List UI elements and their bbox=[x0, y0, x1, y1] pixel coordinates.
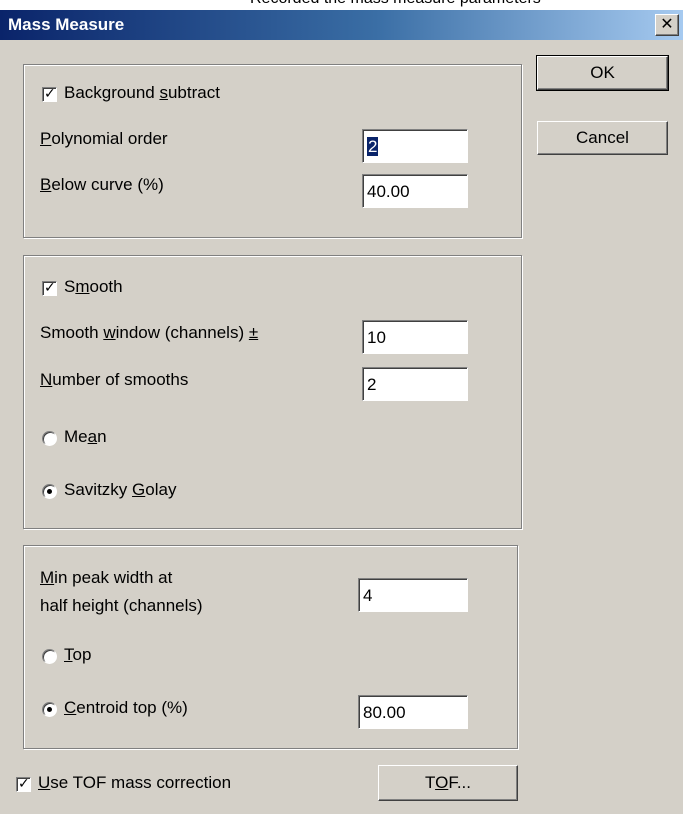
smooth-window-label: Smooth window (channels) ± bbox=[40, 323, 259, 342]
savitzky-golay-radio[interactable] bbox=[42, 484, 57, 499]
cancel-button-label: Cancel bbox=[576, 128, 629, 147]
ok-button[interactable]: OK bbox=[536, 55, 669, 91]
background-subtract-label: Background subtract bbox=[64, 83, 220, 102]
top-radio[interactable] bbox=[42, 649, 57, 664]
centroid-top-label: Centroid top (%) bbox=[64, 698, 188, 717]
polynomial-order-label: Polynomial order bbox=[40, 129, 168, 148]
close-button[interactable]: ✕ bbox=[655, 14, 679, 36]
smooth-checkbox[interactable]: ✓ bbox=[42, 279, 57, 296]
clipped-caption: Recorded the mass measure parameters bbox=[0, 0, 683, 10]
window-title: Mass Measure bbox=[8, 15, 125, 34]
checkmark-icon: ✓ bbox=[44, 85, 56, 101]
smooth-window-input[interactable]: 10 bbox=[362, 320, 468, 354]
below-curve-input[interactable]: 40.00 bbox=[362, 174, 468, 208]
use-tof-checkbox[interactable]: ✓ bbox=[16, 775, 31, 792]
radio-selected-dot bbox=[47, 707, 52, 712]
use-tof-label: Use TOF mass correction bbox=[38, 773, 232, 792]
cancel-button[interactable]: Cancel bbox=[537, 121, 668, 155]
smooth-window-value: 10 bbox=[367, 328, 386, 347]
centroid-top-input[interactable]: 80.00 bbox=[358, 695, 468, 729]
title-bar: Mass Measure ✕ bbox=[0, 10, 683, 40]
background-subtract-checkbox[interactable]: ✓ bbox=[42, 85, 57, 102]
checkmark-icon: ✓ bbox=[18, 775, 30, 791]
below-curve-label: Below curve (%) bbox=[40, 175, 164, 194]
clipped-caption-text: Recorded the mass measure parameters bbox=[250, 0, 541, 8]
min-peak-width-label: Min peak width at bbox=[40, 568, 173, 587]
number-of-smooths-label: Number of smooths bbox=[40, 370, 189, 389]
tof-button[interactable]: TOF... bbox=[378, 765, 518, 801]
top-label: Top bbox=[64, 645, 92, 664]
radio-selected-dot bbox=[47, 489, 52, 494]
polynomial-order-input[interactable]: 2 bbox=[362, 129, 468, 163]
tof-button-label: TOF... bbox=[425, 773, 471, 792]
centroid-top-radio[interactable] bbox=[42, 702, 57, 717]
number-of-smooths-input[interactable]: 2 bbox=[362, 367, 468, 401]
close-icon: ✕ bbox=[660, 16, 674, 33]
centroid-top-value: 80.00 bbox=[363, 703, 406, 722]
checkmark-icon: ✓ bbox=[44, 279, 56, 295]
smooth-label: Smooth bbox=[64, 277, 123, 296]
number-of-smooths-value: 2 bbox=[367, 375, 377, 394]
min-peak-width-input[interactable]: 4 bbox=[358, 578, 468, 612]
polynomial-order-value: 2 bbox=[367, 137, 379, 156]
mean-radio[interactable] bbox=[42, 431, 57, 446]
min-peak-width-label-line2: half height (channels) bbox=[40, 596, 203, 615]
mean-label: Mean bbox=[64, 427, 107, 446]
below-curve-value: 40.00 bbox=[367, 182, 410, 201]
ok-button-label: OK bbox=[590, 63, 615, 82]
min-peak-width-value: 4 bbox=[363, 586, 373, 605]
savitzky-golay-label: Savitzky Golay bbox=[64, 480, 177, 499]
